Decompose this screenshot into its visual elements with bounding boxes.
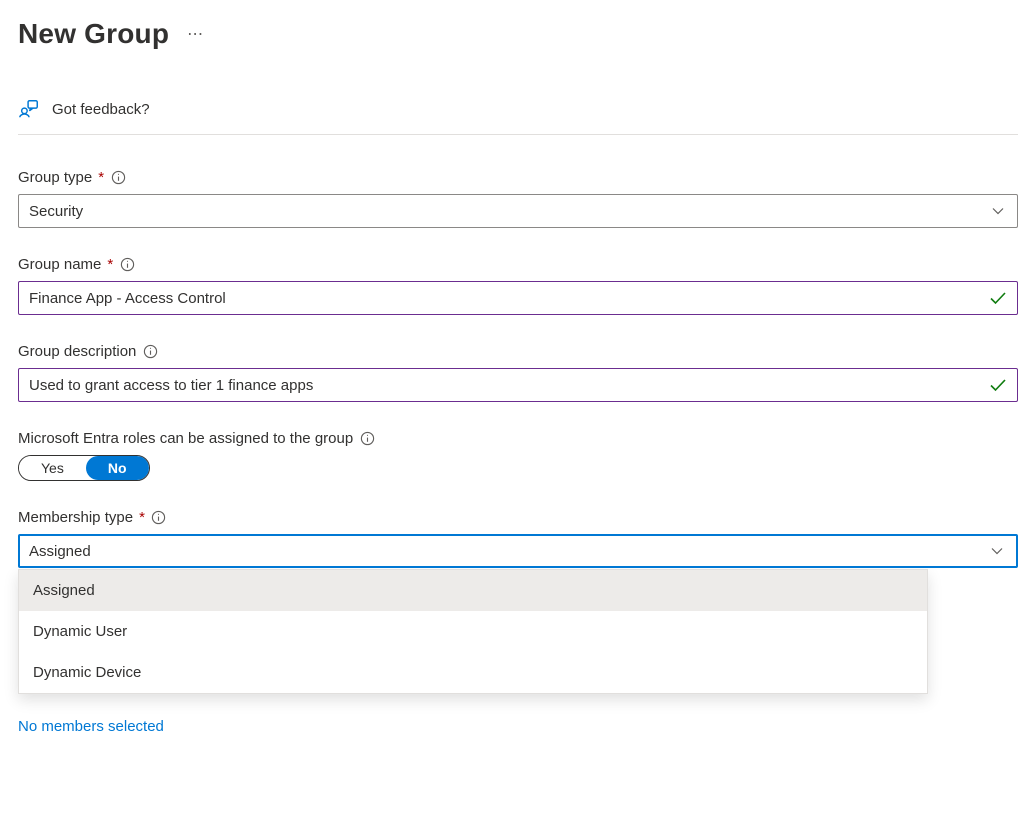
info-icon[interactable] (110, 170, 126, 186)
membership-type-label: Membership type (18, 509, 133, 526)
more-icon[interactable]: ⋯ (187, 24, 204, 44)
group-name-value: Finance App - Access Control (29, 290, 226, 307)
membership-type-value: Assigned (29, 543, 91, 560)
required-indicator: * (139, 509, 145, 526)
group-type-label: Group type (18, 169, 92, 186)
feedback-icon (18, 98, 40, 120)
group-type-value: Security (29, 203, 83, 220)
info-icon[interactable] (119, 257, 135, 273)
dropdown-option-assigned[interactable]: Assigned (19, 570, 927, 611)
required-indicator: * (98, 169, 104, 186)
group-description-label: Group description (18, 343, 136, 360)
membership-type-dropdown: Assigned Dynamic User Dynamic Device (18, 569, 928, 694)
chevron-down-icon (990, 544, 1004, 558)
membership-type-select[interactable]: Assigned (18, 534, 1018, 568)
info-icon[interactable] (142, 344, 158, 360)
required-indicator: * (107, 256, 113, 273)
chevron-down-icon (991, 204, 1005, 218)
group-name-label: Group name (18, 256, 101, 273)
checkmark-icon (989, 376, 1007, 394)
info-icon[interactable] (151, 510, 167, 526)
group-description-input[interactable]: Used to grant access to tier 1 finance a… (18, 368, 1018, 402)
dropdown-option-dynamic-device[interactable]: Dynamic Device (19, 652, 927, 693)
group-description-value: Used to grant access to tier 1 finance a… (29, 377, 313, 394)
toggle-yes[interactable]: Yes (19, 456, 86, 480)
page-title: New Group (18, 18, 169, 50)
checkmark-icon (989, 289, 1007, 307)
roles-assignable-label: Microsoft Entra roles can be assigned to… (18, 430, 353, 447)
feedback-link[interactable]: Got feedback? (52, 101, 150, 118)
toggle-no[interactable]: No (86, 456, 149, 480)
info-icon[interactable] (359, 431, 375, 447)
group-type-select[interactable]: Security (18, 194, 1018, 228)
roles-assignable-toggle[interactable]: Yes No (18, 455, 150, 481)
group-name-input[interactable]: Finance App - Access Control (18, 281, 1018, 315)
feedback-bar[interactable]: Got feedback? (18, 98, 1018, 135)
dropdown-option-dynamic-user[interactable]: Dynamic User (19, 611, 927, 652)
no-members-link[interactable]: No members selected (18, 718, 164, 735)
